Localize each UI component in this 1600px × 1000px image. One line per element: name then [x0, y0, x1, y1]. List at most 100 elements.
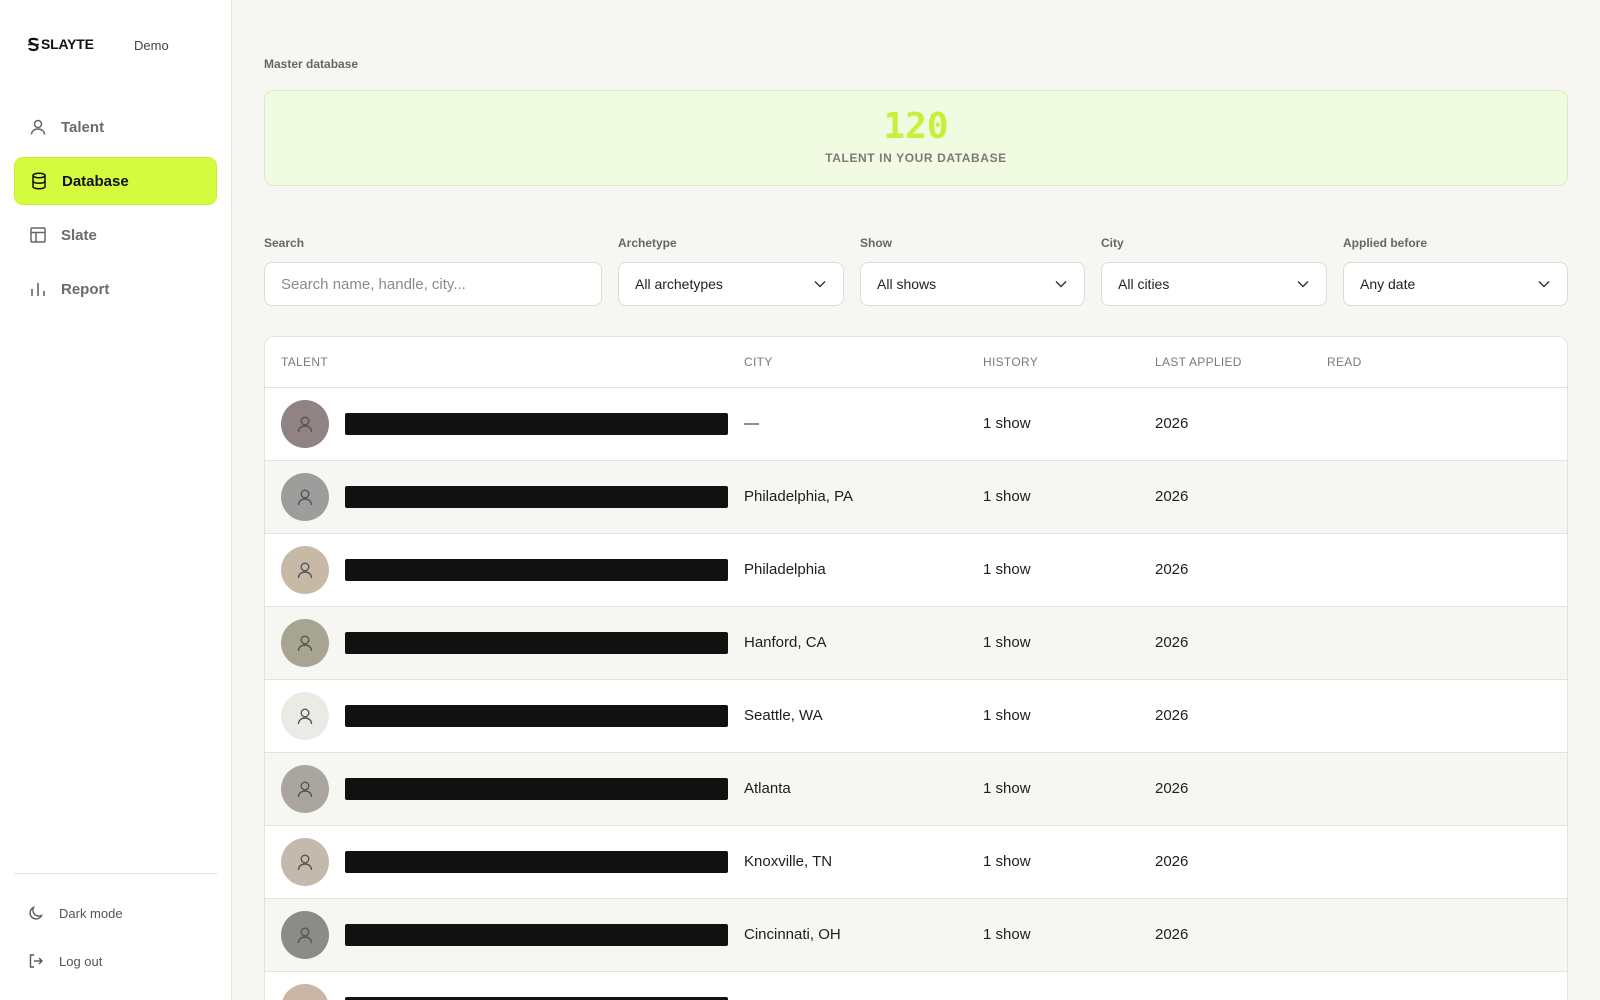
search-box — [264, 262, 602, 306]
env-label: Demo — [134, 38, 169, 53]
talent-count-card: 120 TALENT IN YOUR DATABASE — [264, 90, 1568, 186]
avatar[interactable] — [281, 619, 329, 667]
avatar[interactable] — [281, 473, 329, 521]
talent-count-caption: TALENT IN YOUR DATABASE — [825, 151, 1007, 165]
applied-before-filter: Applied before Any date — [1343, 236, 1568, 306]
slayte-logo[interactable]: SLAYTE — [27, 36, 94, 52]
archetype-select[interactable]: All archetypes — [618, 262, 844, 306]
user-icon — [297, 416, 313, 433]
layout-icon — [28, 225, 48, 245]
table-header: TALENT CITY HISTORY LAST APPLIED READ — [265, 337, 1567, 388]
city-cell: Hanford, CA — [744, 634, 827, 651]
archetype-filter: Archetype All archetypes — [618, 236, 844, 306]
history-cell: 1 show — [983, 780, 1031, 797]
logout-icon — [28, 953, 44, 969]
talent-name-redacted[interactable] — [345, 632, 728, 654]
avatar[interactable] — [281, 765, 329, 813]
column-header-talent[interactable]: TALENT — [281, 355, 328, 369]
avatar[interactable] — [281, 911, 329, 959]
last-applied-cell: 2026 — [1155, 415, 1189, 432]
table-row[interactable]: Seattle, WA 1 show 2026 — [265, 680, 1567, 753]
last-applied-cell: 2026 — [1155, 707, 1189, 724]
show-select[interactable]: All shows — [860, 262, 1085, 306]
talent-name-redacted[interactable] — [345, 486, 728, 508]
filters-bar: Search Archetype All archetypes Show All… — [264, 236, 1568, 306]
dark-mode-label: Dark mode — [59, 905, 123, 921]
main-content: Master database 120 TALENT IN YOUR DATAB… — [232, 0, 1600, 1000]
history-cell: 1 show — [983, 488, 1031, 505]
table-row[interactable]: Hanford, CA 1 show 2026 — [265, 607, 1567, 680]
chevron-down-icon — [1055, 281, 1067, 288]
history-cell: 1 show — [983, 634, 1031, 651]
last-applied-cell: 2026 — [1155, 561, 1189, 578]
sidebar-item-label: Database — [62, 172, 129, 190]
table-body: — 1 show 2026 Philadelphia, PA 1 show 20… — [265, 388, 1567, 1000]
applied-before-select[interactable]: Any date — [1343, 262, 1568, 306]
show-filter: Show All shows — [860, 236, 1085, 306]
history-cell: 1 show — [983, 707, 1031, 724]
search-label: Search — [264, 236, 305, 250]
show-label: Show — [860, 236, 892, 250]
brand: SLAYTE Demo — [27, 36, 169, 53]
table-row[interactable]: Atlanta 1 show 2026 — [265, 753, 1567, 826]
talent-name-redacted[interactable] — [345, 413, 728, 435]
sidebar-item-database[interactable]: Database — [14, 157, 217, 205]
table-row[interactable]: Philadelphia, PA 1 show 2026 — [265, 461, 1567, 534]
avatar[interactable] — [281, 838, 329, 886]
logo-text: SLAYTE — [41, 36, 94, 52]
applied-before-value: Any date — [1360, 276, 1416, 292]
city-cell: Philadelphia — [744, 561, 826, 578]
sidebar-item-report[interactable]: Report — [14, 265, 217, 313]
table-row[interactable]: Knoxville, TN 1 show 2026 — [265, 826, 1567, 899]
sidebar-item-label: Report — [61, 280, 110, 298]
talent-name-redacted[interactable] — [345, 924, 728, 946]
column-header-read[interactable]: READ — [1327, 355, 1362, 369]
user-icon — [28, 117, 48, 137]
talent-count-value: 120 — [883, 106, 949, 147]
last-applied-cell: 2026 — [1155, 488, 1189, 505]
table-row[interactable]: — 1 show 2026 — [265, 388, 1567, 461]
user-icon — [297, 927, 313, 944]
avatar[interactable] — [281, 984, 329, 1000]
sidebar: SLAYTE Demo Talent Database Slate Report… — [0, 0, 232, 1000]
table-row[interactable] — [265, 972, 1567, 1000]
database-icon — [29, 171, 49, 191]
archetype-label: Archetype — [618, 236, 677, 250]
moon-icon — [28, 905, 44, 921]
avatar[interactable] — [281, 546, 329, 594]
bar-chart-icon — [28, 279, 48, 299]
avatar[interactable] — [281, 692, 329, 740]
archetype-value: All archetypes — [635, 276, 723, 292]
talent-name-redacted[interactable] — [345, 851, 728, 873]
table-row[interactable]: Philadelphia 1 show 2026 — [265, 534, 1567, 607]
dark-mode-toggle[interactable]: Dark mode — [28, 905, 123, 921]
user-icon — [297, 489, 313, 506]
talent-name-redacted[interactable] — [345, 559, 728, 581]
sidebar-item-label: Talent — [61, 118, 105, 136]
talent-name-redacted[interactable] — [345, 705, 728, 727]
column-header-history[interactable]: HISTORY — [983, 355, 1038, 369]
user-icon — [297, 708, 313, 725]
user-icon — [297, 635, 313, 652]
search-input[interactable] — [281, 275, 585, 293]
city-cell: Cincinnati, OH — [744, 926, 841, 943]
show-value: All shows — [877, 276, 937, 292]
app-root: SLAYTE Demo Talent Database Slate Report… — [0, 0, 1600, 1000]
column-header-last-applied[interactable]: LAST APPLIED — [1155, 355, 1242, 369]
city-filter: City All cities — [1101, 236, 1327, 306]
sidebar-item-slate[interactable]: Slate — [14, 211, 217, 259]
logo-mark-icon — [28, 37, 39, 51]
city-cell: Philadelphia, PA — [744, 488, 853, 505]
column-header-city[interactable]: CITY — [744, 355, 773, 369]
table-row[interactable]: Cincinnati, OH 1 show 2026 — [265, 899, 1567, 972]
avatar[interactable] — [281, 400, 329, 448]
city-value: All cities — [1118, 276, 1170, 292]
city-select[interactable]: All cities — [1101, 262, 1327, 306]
sidebar-nav: Talent Database Slate Report — [14, 103, 217, 319]
logout-button[interactable]: Log out — [28, 953, 102, 969]
city-cell: Atlanta — [744, 780, 791, 797]
last-applied-cell: 2026 — [1155, 853, 1189, 870]
sidebar-item-talent[interactable]: Talent — [14, 103, 217, 151]
talent-name-redacted[interactable] — [345, 778, 728, 800]
sidebar-divider — [14, 873, 217, 874]
